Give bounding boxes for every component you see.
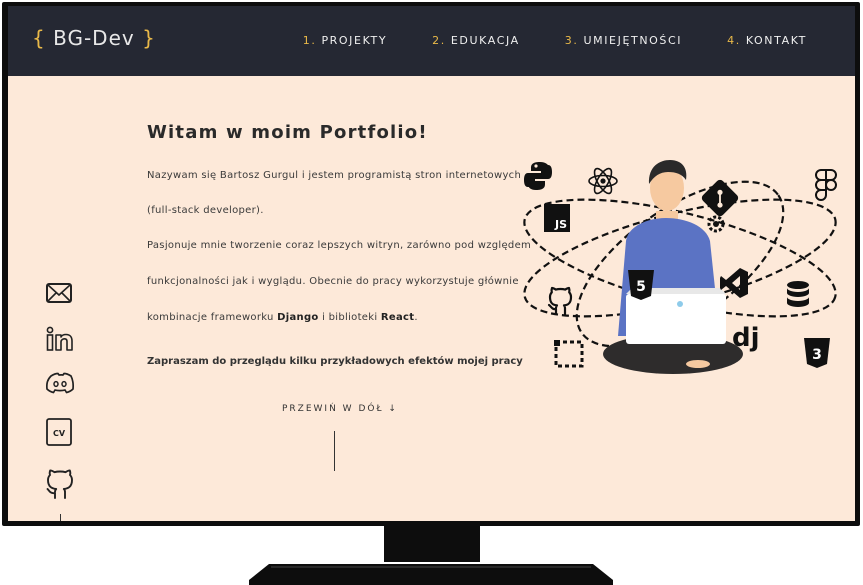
nav-links: 1. PROJEKTY 2. EDUKACJA 3. UMIEJĘTNOŚCI 4. K…	[303, 34, 807, 47]
nav-label: EDUKACJA	[450, 34, 520, 47]
hero-line-4: funkcjonalności jak i wyglądu. Obecnie d…	[147, 276, 519, 287]
js-label: JS	[554, 218, 567, 231]
html5-icon: 5	[628, 270, 654, 300]
hero-line-1: Nazywam się Bartosz Gurgul i jestem prog…	[147, 170, 522, 181]
python-icon	[524, 162, 552, 190]
scroll-down-link[interactable]: PRZEWIŃ W DÓŁ ↓	[282, 404, 398, 414]
nav-num: 4.	[727, 34, 741, 47]
database-icon	[787, 281, 809, 307]
html5-label: 5	[636, 279, 646, 295]
hero-line-5: kombinacje frameworku Django i bibliotek…	[147, 312, 418, 323]
github-icon	[547, 286, 573, 316]
nav-label: KONTAKT	[745, 34, 807, 47]
browser-viewport: { BG-Dev } 1. PROJEKTY 2. EDUKACJA 3. UMIEJ…	[8, 6, 855, 521]
git-icon	[701, 179, 739, 217]
logo-text: BG-Dev	[53, 26, 135, 50]
nav-label: UMIEJĘTNOŚCI	[583, 34, 683, 47]
logo-open-brace: {	[32, 26, 46, 50]
hero-title: Witam w moim Portfolio!	[147, 122, 428, 143]
django-label: dj	[732, 323, 760, 353]
nav-link-umiejetnosci[interactable]: 3. UMIEJĘTNOŚCI	[565, 34, 682, 47]
figma-icon	[815, 169, 837, 202]
hero-line-3: Pasjonuje mnie tworzenie coraz lepszych …	[147, 240, 532, 251]
scroll-line	[334, 431, 335, 471]
django-highlight: Django	[277, 312, 319, 323]
nav-num: 1.	[302, 34, 317, 47]
logo-close-brace: }	[142, 26, 156, 50]
nav-label: PROJEKTY	[321, 34, 388, 47]
monitor-frame: { BG-Dev } 1. PROJEKTY 2. EDUKACJA 3. UMIEJ…	[2, 2, 860, 526]
react-icon	[588, 167, 618, 195]
nav-link-projekty[interactable]: 1. PROJEKTY	[303, 34, 387, 47]
mail-icon[interactable]	[46, 282, 78, 314]
nav-link-kontakt[interactable]: 4. KONTAKT	[727, 34, 807, 47]
javascript-icon: JS	[544, 204, 570, 232]
developer-illustration: JS 5 dj 3	[523, 160, 837, 374]
css3-label: 3	[812, 347, 822, 363]
hero-cta: Zapraszam do przeglądu kilku przykładowy…	[147, 356, 523, 367]
selection-icon	[554, 340, 584, 368]
navbar: { BG-Dev } 1. PROJEKTY 2. EDUKACJA 3. UMIEJ…	[8, 6, 855, 76]
settings-icon	[707, 215, 725, 233]
discord-icon[interactable]	[46, 372, 78, 404]
nav-num: 3.	[564, 34, 579, 47]
react-highlight: React	[380, 312, 415, 323]
nav-num: 2.	[432, 34, 446, 47]
hero-line-2: (full-stack developer).	[147, 205, 264, 216]
monitor-stand-base	[249, 564, 613, 585]
cv-icon[interactable]: CV	[46, 418, 78, 450]
linkedin-icon[interactable]	[46, 326, 78, 358]
social-divider	[60, 514, 61, 521]
hero-line-5-text: i biblioteki	[318, 312, 381, 323]
django-icon: dj	[732, 323, 760, 353]
hero-line-5-text: kombinacje frameworku	[147, 312, 278, 323]
cv-label: CV	[53, 429, 66, 438]
monitor-stand-neck	[384, 526, 480, 562]
github-icon[interactable]	[46, 468, 78, 500]
css3-icon: 3	[804, 338, 830, 368]
hero-line-5-text: .	[414, 312, 418, 323]
nav-link-edukacja[interactable]: 2. EDUKACJA	[432, 34, 520, 47]
logo[interactable]: { BG-Dev }	[32, 26, 156, 50]
